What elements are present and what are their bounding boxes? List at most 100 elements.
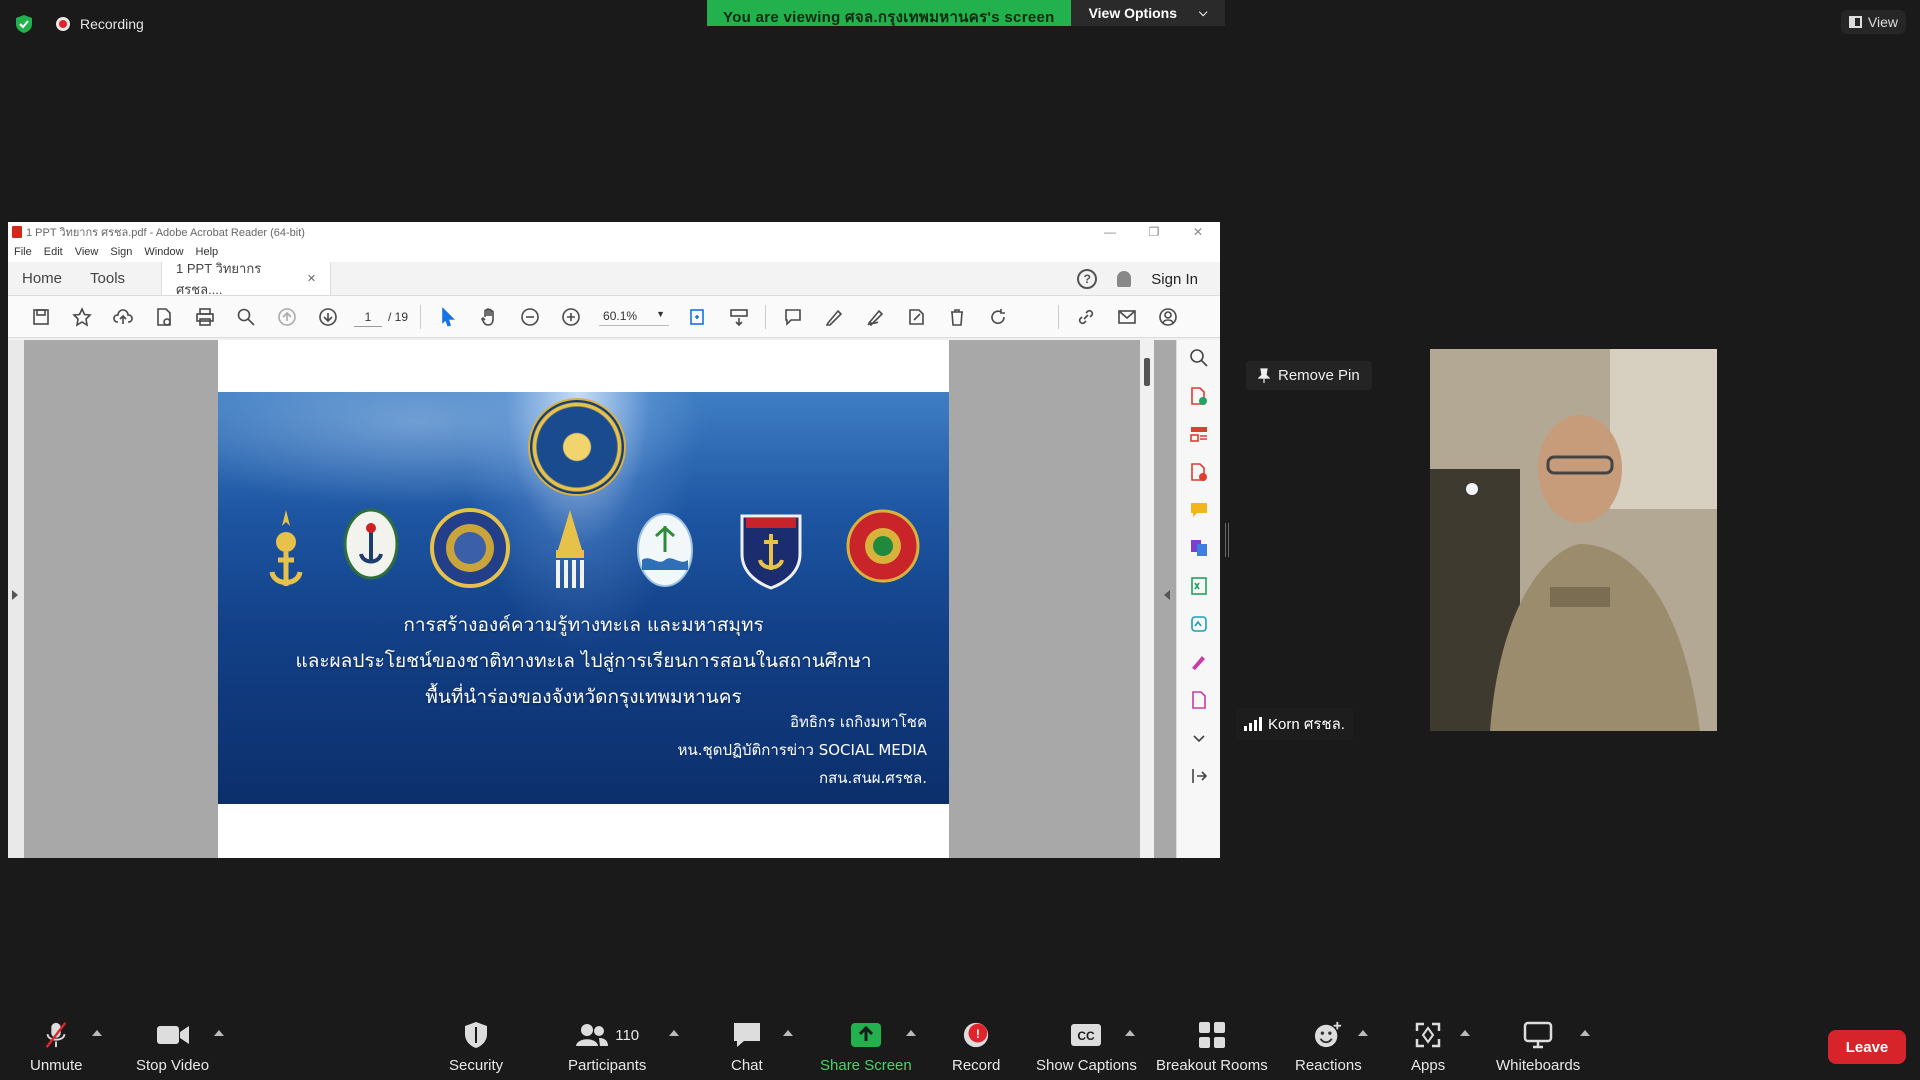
maximize-icon[interactable]: ❐ bbox=[1132, 222, 1176, 242]
collapse-panel-icon[interactable] bbox=[1189, 766, 1209, 786]
participant-video[interactable] bbox=[1430, 349, 1717, 731]
select-cursor-icon[interactable] bbox=[427, 302, 468, 332]
stop-video-label: Stop Video bbox=[136, 1057, 210, 1074]
menu-sign[interactable]: Sign bbox=[110, 246, 132, 258]
file-attach-icon[interactable] bbox=[143, 302, 184, 332]
draw-sign-icon[interactable] bbox=[854, 302, 895, 332]
captions-options-caret[interactable] bbox=[1125, 1030, 1135, 1036]
create-pdf-icon[interactable] bbox=[1189, 386, 1209, 406]
participants-button[interactable]: 110 Participants bbox=[568, 1020, 646, 1074]
left-panel-toggle[interactable] bbox=[8, 340, 24, 858]
page-down-icon[interactable] bbox=[307, 302, 348, 332]
right-panel-collapse-icon[interactable] bbox=[1164, 590, 1170, 600]
breakout-rooms-button[interactable]: Breakout Rooms bbox=[1156, 1020, 1268, 1074]
apps-label: Apps bbox=[1411, 1057, 1446, 1074]
menu-help[interactable]: Help bbox=[196, 246, 219, 258]
breakout-rooms-icon bbox=[1198, 1022, 1225, 1048]
share-link-icon[interactable] bbox=[1065, 302, 1106, 332]
close-icon[interactable]: ✕ bbox=[1176, 222, 1220, 242]
menu-file[interactable]: File bbox=[14, 246, 32, 258]
print-icon[interactable] bbox=[184, 302, 225, 332]
bookmark-star-icon[interactable] bbox=[61, 302, 102, 332]
rotate-icon[interactable] bbox=[977, 302, 1018, 332]
delete-icon[interactable] bbox=[936, 302, 977, 332]
vertical-scrollbar[interactable] bbox=[1140, 340, 1154, 858]
participants-options-caret[interactable] bbox=[669, 1030, 679, 1036]
save-icon[interactable] bbox=[20, 302, 61, 332]
minimize-icon[interactable]: — bbox=[1088, 222, 1132, 242]
whiteboards-button[interactable]: Whiteboards bbox=[1496, 1020, 1580, 1074]
combine-files-icon[interactable] bbox=[1189, 538, 1209, 558]
zoom-level-select[interactable]: 60.1% ▼ bbox=[599, 307, 670, 326]
fit-page-icon[interactable] bbox=[677, 302, 718, 332]
zoom-in-icon[interactable] bbox=[550, 302, 591, 332]
scrollbar-thumb[interactable] bbox=[1144, 358, 1150, 386]
remove-pin-button[interactable]: Remove Pin bbox=[1246, 361, 1372, 390]
organize-pages-icon[interactable] bbox=[1189, 424, 1209, 444]
closed-captions-icon: CC bbox=[1071, 1024, 1102, 1046]
share-user-icon[interactable] bbox=[1147, 302, 1188, 332]
page-up-icon[interactable] bbox=[266, 302, 307, 332]
acrobat-window: 1 PPT วิทยากร ศรชล.pdf - Adobe Acrobat R… bbox=[8, 222, 1220, 858]
fill-sign-icon[interactable] bbox=[895, 302, 936, 332]
chat-label: Chat bbox=[731, 1057, 763, 1074]
view-label: View bbox=[1867, 14, 1898, 30]
stop-video-button[interactable]: Stop Video bbox=[136, 1020, 209, 1074]
resize-handle[interactable] bbox=[1225, 523, 1229, 557]
apps-icon bbox=[1415, 1022, 1441, 1048]
chat-options-caret[interactable] bbox=[783, 1030, 793, 1036]
scan-ocr-icon[interactable] bbox=[1189, 614, 1209, 634]
apps-options-caret[interactable] bbox=[1460, 1030, 1470, 1036]
show-captions-button[interactable]: CC Show Captions bbox=[1036, 1020, 1137, 1074]
reactions-options-caret[interactable] bbox=[1358, 1030, 1368, 1036]
export-excel-icon[interactable] bbox=[1189, 576, 1209, 596]
video-options-caret[interactable] bbox=[214, 1030, 224, 1036]
chat-button[interactable]: Chat bbox=[731, 1020, 763, 1074]
menu-view[interactable]: View bbox=[75, 246, 99, 258]
menu-edit[interactable]: Edit bbox=[44, 246, 63, 258]
chevron-down-icon[interactable] bbox=[1189, 728, 1209, 748]
zoom-out-icon[interactable] bbox=[509, 302, 550, 332]
share-options-caret[interactable] bbox=[906, 1030, 916, 1036]
more-pdf-tools-icon[interactable] bbox=[1189, 690, 1209, 710]
unmute-button[interactable]: Unmute bbox=[30, 1020, 83, 1074]
scroll-mode-icon[interactable] bbox=[718, 302, 759, 332]
view-button[interactable]: View bbox=[1840, 10, 1906, 34]
view-options-button[interactable]: View Options ⌵ bbox=[1070, 0, 1226, 26]
highlight-pen-icon[interactable] bbox=[813, 302, 854, 332]
participants-label: Participants bbox=[568, 1057, 647, 1074]
viewing-banner-text: You are viewing ศจล.กรุงเทพมหานคร's scre… bbox=[707, 0, 1071, 26]
help-icon[interactable]: ? bbox=[1077, 269, 1098, 289]
apps-button[interactable]: Apps bbox=[1411, 1020, 1445, 1074]
sign-in-button[interactable]: Sign In bbox=[1151, 271, 1198, 288]
leave-button[interactable]: Leave bbox=[1828, 1030, 1906, 1064]
whiteboards-options-caret[interactable] bbox=[1580, 1030, 1590, 1036]
audio-options-caret[interactable] bbox=[92, 1030, 102, 1036]
toolbar-divider bbox=[420, 304, 422, 329]
security-button[interactable]: Security bbox=[449, 1020, 503, 1074]
participant-name: Korn ศรชล. bbox=[1268, 716, 1345, 733]
edit-pdf-icon[interactable] bbox=[1189, 462, 1209, 482]
tab-document[interactable]: 1 PPT วิทยากร ศรชล.... ✕ bbox=[161, 261, 332, 297]
upload-cloud-icon[interactable] bbox=[102, 302, 143, 332]
chat-bubble-icon bbox=[733, 1023, 760, 1047]
comment-icon[interactable] bbox=[772, 302, 813, 332]
fill-and-sign-icon[interactable] bbox=[1189, 652, 1209, 672]
hand-tool-icon[interactable] bbox=[468, 302, 509, 332]
reactions-button[interactable]: Reactions bbox=[1295, 1020, 1362, 1074]
slide-author-unit: กสน.สนผ.ศรชล. bbox=[819, 769, 927, 787]
comment-panel-icon[interactable] bbox=[1189, 500, 1209, 520]
document-viewport[interactable]: การสร้างองค์ความรู้ทางทะเล และมหาสมุทร แ… bbox=[8, 340, 1220, 858]
tab-tools[interactable]: Tools bbox=[76, 262, 139, 295]
email-icon[interactable] bbox=[1106, 302, 1147, 332]
search-zoom-icon[interactable] bbox=[1189, 348, 1209, 368]
zoom-search-icon[interactable] bbox=[225, 302, 266, 332]
tab-close-icon[interactable]: ✕ bbox=[307, 272, 316, 285]
tab-home[interactable]: Home bbox=[8, 262, 76, 295]
share-screen-button[interactable]: Share Screen bbox=[820, 1020, 912, 1074]
notification-bell-icon[interactable] bbox=[1117, 271, 1132, 287]
recording-indicator[interactable]: Recording bbox=[56, 16, 144, 32]
record-button[interactable]: ! Record bbox=[952, 1020, 1000, 1074]
menu-window[interactable]: Window bbox=[144, 246, 183, 258]
page-number-input[interactable]: 1 bbox=[354, 307, 382, 327]
